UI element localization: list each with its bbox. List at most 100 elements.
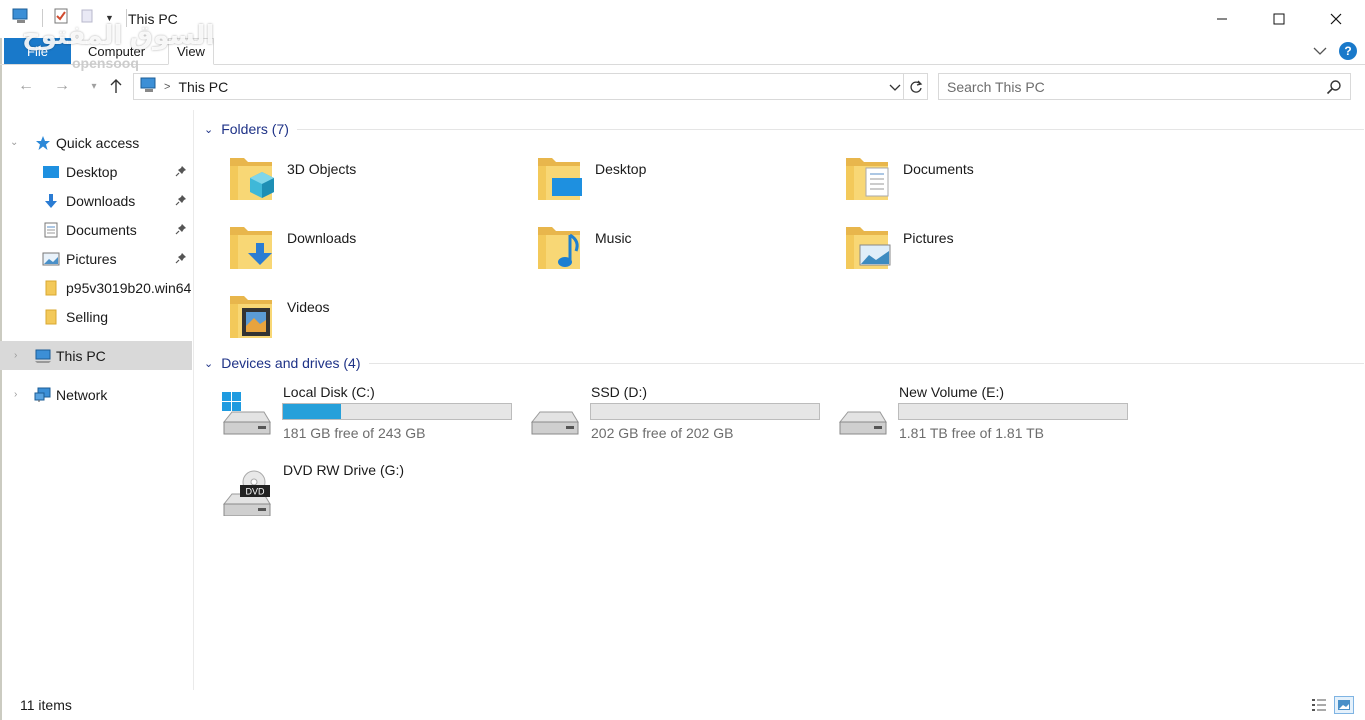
drive-name: Local Disk (C:) — [283, 384, 375, 400]
title-bar: ▼ This PC — [0, 0, 1365, 38]
sidebar-item-label: Desktop — [66, 163, 118, 180]
folder-downloads[interactable]: Downloads — [200, 221, 500, 281]
file-view: ⌄ Folders (7) 3D Objects Desktop Documen… — [196, 110, 1365, 690]
window-title: This PC — [128, 11, 178, 27]
navigation-pane: ⌄ Quick access Desktop Downloads Documen… — [0, 110, 194, 690]
breadcrumb-chevron-icon[interactable]: > — [164, 81, 170, 93]
navigation-bar: ← → ▾ > This PC — [0, 66, 1365, 108]
search-box[interactable] — [938, 73, 1351, 100]
drive-c[interactable]: Local Disk (C:) 181 GB free of 243 GB — [196, 384, 512, 448]
drive-icon — [531, 411, 579, 435]
large-icons-view-icon[interactable] — [1334, 696, 1354, 714]
videos-folder-icon — [230, 296, 272, 338]
folder-pictures[interactable]: Pictures — [816, 221, 1116, 281]
tab-view[interactable]: View — [168, 38, 214, 65]
drive-usage-bar — [590, 403, 820, 420]
drive-usage-bar — [898, 403, 1128, 420]
customize-toolbar-icon[interactable]: ▼ — [105, 13, 114, 23]
drive-e[interactable]: New Volume (E:) 1.81 TB free of 1.81 TB — [812, 384, 1128, 448]
drive-name: DVD RW Drive (G:) — [283, 462, 405, 478]
chevron-down-icon[interactable]: ⌄ — [204, 123, 213, 136]
drive-free-space: 1.81 TB free of 1.81 TB — [899, 425, 1045, 441]
drive-d[interactable]: SSD (D:) 202 GB free of 202 GB — [504, 384, 820, 448]
ribbon: File Computer View ? — [0, 38, 1365, 65]
group-title: Devices and drives (4) — [221, 355, 361, 371]
sidebar-item-quick-access[interactable]: ⌄ Quick access — [0, 128, 192, 157]
drive-g[interactable]: DVD DVD RW Drive (G:) — [196, 462, 496, 526]
sidebar-item-label: Pictures — [66, 250, 117, 267]
search-input[interactable] — [939, 78, 1309, 95]
folder-documents[interactable]: Documents — [816, 152, 1116, 212]
minimize-button[interactable] — [1193, 0, 1250, 38]
sidebar-item-network[interactable]: › Network — [0, 380, 192, 409]
address-bar[interactable]: > This PC — [133, 73, 928, 100]
search-icon[interactable] — [1326, 79, 1342, 98]
sidebar-item-label: This PC — [56, 347, 106, 364]
network-icon — [34, 386, 52, 404]
folder-name: Documents — [903, 161, 974, 177]
details-view-icon[interactable] — [1309, 696, 1329, 714]
sidebar-item-label: Quick access — [56, 134, 140, 151]
divider — [296, 128, 1364, 130]
back-button[interactable]: ← — [14, 74, 38, 98]
drive-name: SSD (D:) — [591, 384, 647, 400]
drives-group-header[interactable]: ⌄ Devices and drives (4) — [204, 355, 1364, 371]
drive-free-space: 202 GB free of 202 GB — [591, 425, 734, 441]
desktop-icon — [42, 163, 60, 181]
item-count: 11 items — [20, 697, 72, 713]
chevron-right-icon[interactable]: › — [14, 350, 17, 361]
help-icon[interactable]: ? — [1339, 42, 1357, 60]
recent-locations-button[interactable]: ▾ — [82, 74, 106, 98]
folder-icon — [42, 308, 60, 326]
tab-file[interactable]: File — [4, 38, 71, 64]
documents-icon — [42, 221, 60, 239]
drive-usage-fill — [283, 404, 342, 419]
sidebar-item-downloads[interactable]: Downloads — [0, 186, 192, 215]
toolbar-separator — [125, 8, 127, 27]
sidebar-item-documents[interactable]: Documents — [0, 215, 192, 244]
this-pc-icon — [140, 77, 158, 96]
folder-name: Pictures — [903, 230, 954, 246]
quick-access-toolbar: ▼ — [12, 8, 127, 27]
folder-3d-objects[interactable]: 3D Objects — [200, 152, 500, 212]
refresh-icon[interactable] — [903, 74, 927, 99]
properties-icon[interactable] — [53, 8, 69, 27]
dvd-badge: DVD — [245, 487, 265, 497]
chevron-right-icon[interactable]: › — [14, 389, 17, 400]
folders-group-header[interactable]: ⌄ Folders (7) — [204, 121, 1364, 137]
chevron-down-icon[interactable]: ⌄ — [204, 357, 213, 370]
this-pc-icon — [34, 347, 52, 365]
downloads-folder-icon — [230, 227, 272, 269]
pin-icon[interactable] — [175, 193, 187, 209]
pin-icon[interactable] — [175, 222, 187, 238]
up-button[interactable] — [104, 74, 128, 98]
address-dropdown-icon[interactable] — [889, 80, 901, 96]
documents-folder-icon — [846, 158, 889, 200]
tab-computer[interactable]: Computer — [80, 38, 153, 64]
sidebar-item-label: Network — [56, 386, 108, 403]
pin-icon[interactable] — [175, 164, 187, 180]
pin-icon[interactable] — [175, 251, 187, 267]
sidebar-item-label: p95v3019b20.win64 — [66, 279, 192, 296]
expand-ribbon-icon[interactable] — [1313, 43, 1327, 59]
sidebar-item-desktop[interactable]: Desktop — [0, 157, 192, 186]
breadcrumb[interactable]: This PC — [178, 79, 228, 95]
sidebar-item-label: Downloads — [66, 192, 136, 209]
sidebar-item-this-pc[interactable]: › This PC — [0, 341, 192, 370]
maximize-button[interactable] — [1250, 0, 1307, 38]
new-folder-icon[interactable] — [79, 8, 95, 27]
forward-button[interactable]: → — [50, 74, 74, 98]
downloads-icon — [42, 192, 60, 210]
this-pc-small-icon[interactable] — [12, 8, 30, 27]
chevron-down-icon[interactable]: ⌄ — [10, 137, 18, 148]
close-button[interactable] — [1307, 0, 1364, 38]
folder-music[interactable]: Music — [508, 221, 808, 281]
sidebar-item-pictures[interactable]: Pictures — [0, 244, 192, 273]
folder-videos[interactable]: Videos — [200, 290, 500, 350]
sidebar-item-label: Documents — [66, 221, 137, 238]
folder-desktop[interactable]: Desktop — [508, 152, 808, 212]
star-icon — [34, 134, 52, 152]
pictures-icon — [42, 250, 60, 268]
sidebar-item-p95v3019b20[interactable]: p95v3019b20.win64 — [0, 273, 192, 302]
sidebar-item-selling[interactable]: Selling — [0, 302, 192, 331]
